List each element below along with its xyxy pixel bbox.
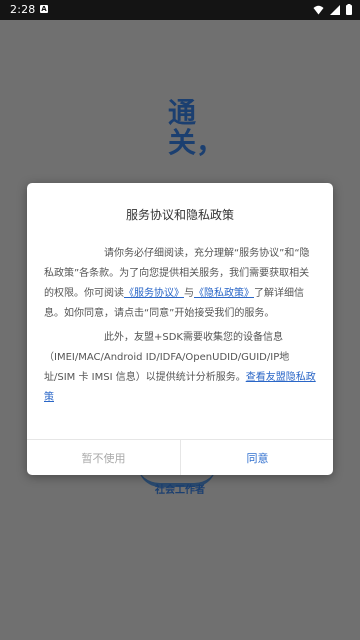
status-bar: 2:28 A (0, 0, 360, 20)
dialog-paragraph-1: 请你务必仔细阅读，充分理解“服务协议”和“隐私政策”各条款。为了向您提供相关服务… (44, 244, 317, 324)
dialog-title: 服务协议和隐私政策 (125, 208, 234, 222)
dialog-paragraph-2: 此外，友盟+SDK需要收集您的设备信息（IMEI/MAC/Android ID/… (44, 328, 317, 408)
wifi-icon (313, 5, 324, 14)
dialog-body: 请你务必仔细阅读，充分理解“服务协议”和“隐私政策”各条款。为了向您提供相关服务… (44, 244, 317, 408)
battery-icon (346, 4, 352, 15)
agree-button[interactable]: 同意 (181, 440, 334, 475)
paragraph-1-and: 与 (184, 288, 194, 299)
status-time: 2:28 (10, 3, 36, 16)
background-title: 通关， (168, 96, 225, 159)
background-footer-text: 社会工作者 (155, 485, 205, 496)
a-notification-icon: A (40, 5, 48, 13)
signal-icon (330, 4, 340, 15)
privacy-dialog: 服务协议和隐私政策 请你务必仔细阅读，充分理解“服务协议”和“隐私政策”各条款。… (27, 183, 333, 475)
status-icons (313, 4, 352, 15)
decline-button[interactable]: 暂不使用 (27, 440, 180, 475)
privacy-policy-link[interactable]: 《隐私政策》 (194, 288, 254, 299)
service-agreement-link[interactable]: 《服务协议》 (124, 288, 184, 299)
